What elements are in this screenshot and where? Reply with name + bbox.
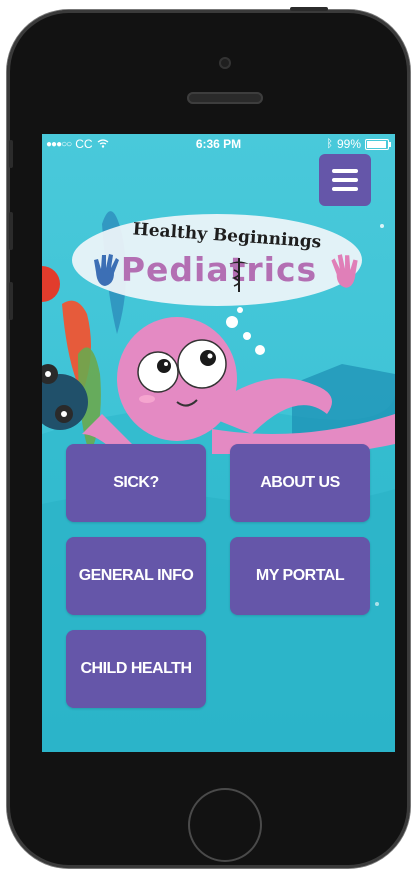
power-button: [290, 7, 328, 11]
octopus-illustration: [82, 307, 395, 454]
battery-percent: 99%: [336, 137, 361, 151]
sick-button[interactable]: SICK?: [66, 444, 206, 522]
volume-down-button: [9, 282, 13, 320]
blue-handprint-icon: [94, 254, 119, 286]
caduceus-icon: [229, 258, 249, 292]
child-health-button[interactable]: CHILD HEALTH: [66, 630, 206, 708]
logo-line-2: Pediatrics: [120, 250, 318, 289]
pink-handprint-icon: [331, 254, 358, 288]
app-screen: ●●●○○ CC 6:36 PM ᛒ 99% Healthy Beginning…: [42, 134, 395, 752]
status-bar: ●●●○○ CC 6:36 PM ᛒ 99%: [42, 134, 395, 154]
bluetooth-icon: ᛒ: [326, 138, 333, 150]
home-button[interactable]: [188, 788, 262, 862]
about-us-button[interactable]: ABOUT US: [230, 444, 370, 522]
menu-button[interactable]: [319, 154, 371, 206]
general-info-button[interactable]: GENERAL INFO: [66, 537, 206, 615]
battery-icon: [365, 138, 391, 150]
my-portal-button[interactable]: MY PORTAL: [230, 537, 370, 615]
earpiece-speaker: [187, 92, 263, 104]
silent-switch: [9, 140, 13, 168]
hamburger-menu-icon: [332, 169, 358, 173]
front-camera: [219, 57, 231, 69]
volume-up-button: [9, 212, 13, 250]
